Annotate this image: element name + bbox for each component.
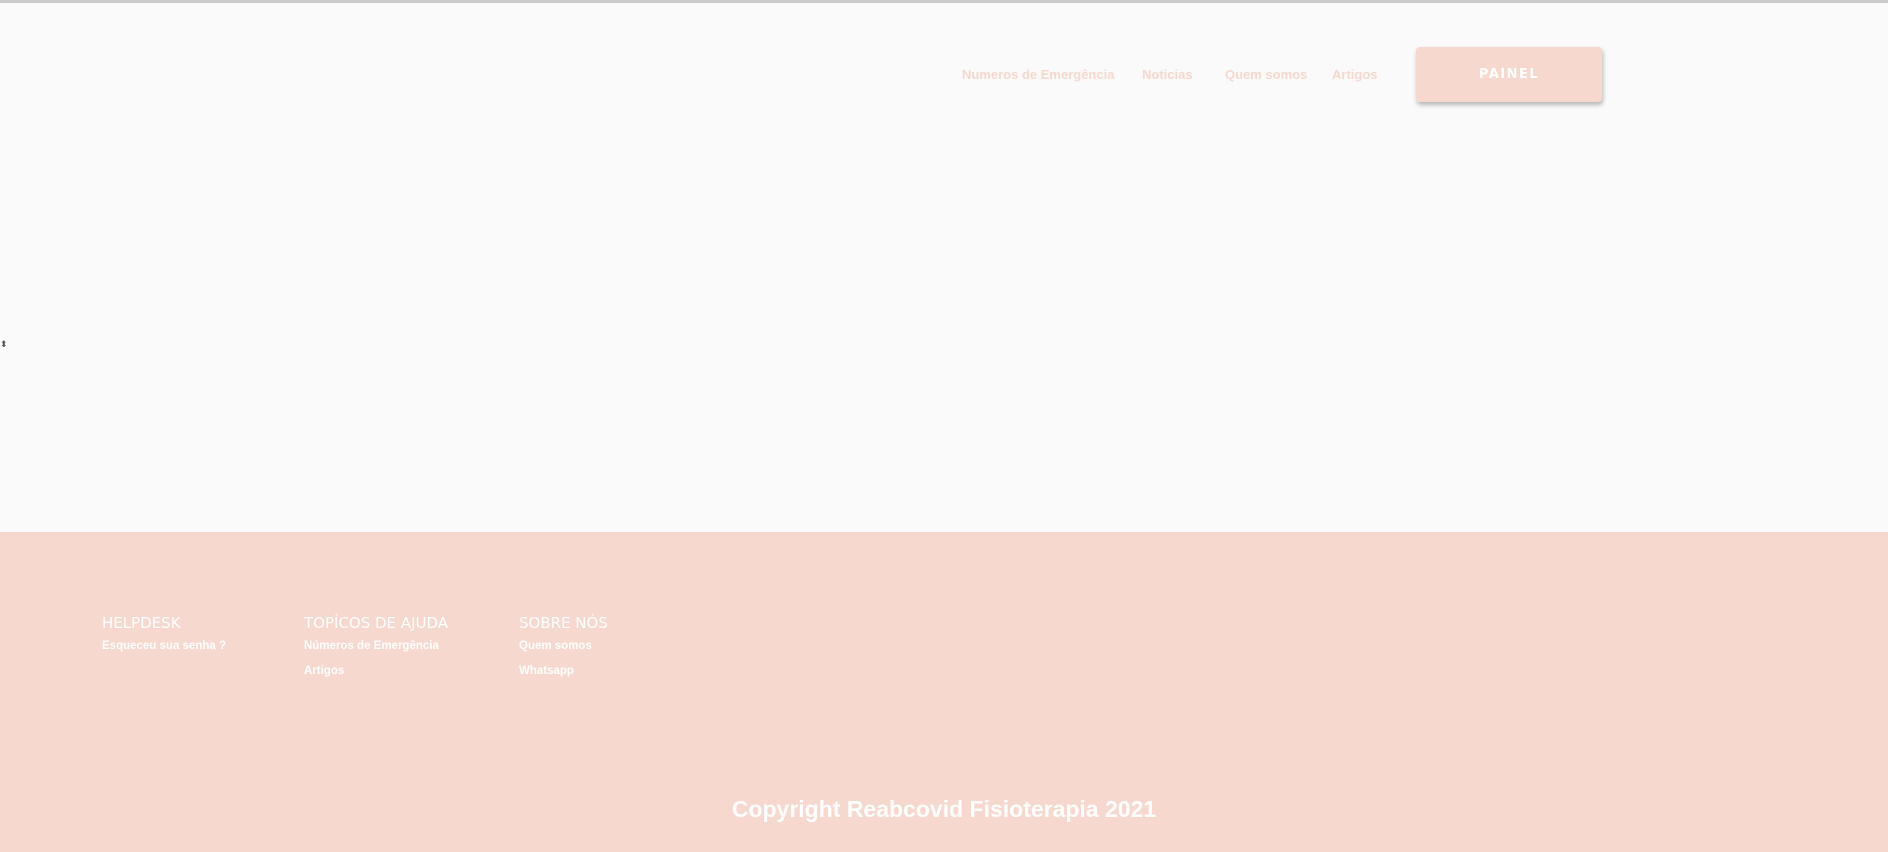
footer-link-quem-somos[interactable]: Quem somos <box>519 640 608 652</box>
footer-link-numeros-emergencia[interactable]: Números de Emergência <box>304 640 448 652</box>
footer-column-topicos: TOPÍCOS DE AJUDA Números de Emergência A… <box>304 614 448 690</box>
copyright-text: Copyright Reabcovid Fisioterapia 2021 <box>731 796 1157 822</box>
footer-column-sobre: SOBRE NÓS Quem somos Whatsapp <box>519 614 608 690</box>
painel-button[interactable]: PAINEL <box>1416 47 1602 102</box>
footer-column-helpdesk: HELPDESK Esqueceu sua senha ? <box>102 614 226 665</box>
nav-link-artigos[interactable]: Artigos <box>1332 67 1378 82</box>
nav-link-numeros-emergencia[interactable]: Numeros de Emergência <box>962 67 1114 82</box>
footer-link-whatsapp[interactable]: Whatsapp <box>519 665 608 677</box>
footer-link-esqueceu-senha[interactable]: Esqueceu sua senha ? <box>102 640 226 652</box>
footer-heading-sobre: SOBRE NÓS <box>519 614 608 632</box>
footer-heading-helpdesk: HELPDESK <box>102 614 181 632</box>
nav-link-quem-somos[interactable]: Quem somos <box>1225 67 1307 82</box>
page-header: Numeros de Emergência Noticias Quem somo… <box>0 3 1888 532</box>
footer-link-artigos[interactable]: Artigos <box>304 665 448 677</box>
main-nav: Numeros de Emergência Noticias Quem somo… <box>0 3 1888 153</box>
resize-caret-icon: ⬍ <box>0 339 8 349</box>
site-footer: HELPDESK Esqueceu sua senha ? TOPÍCOS DE… <box>0 532 1888 852</box>
footer-heading-topicos: TOPÍCOS DE AJUDA <box>304 614 449 632</box>
nav-link-noticias[interactable]: Noticias <box>1142 67 1193 82</box>
